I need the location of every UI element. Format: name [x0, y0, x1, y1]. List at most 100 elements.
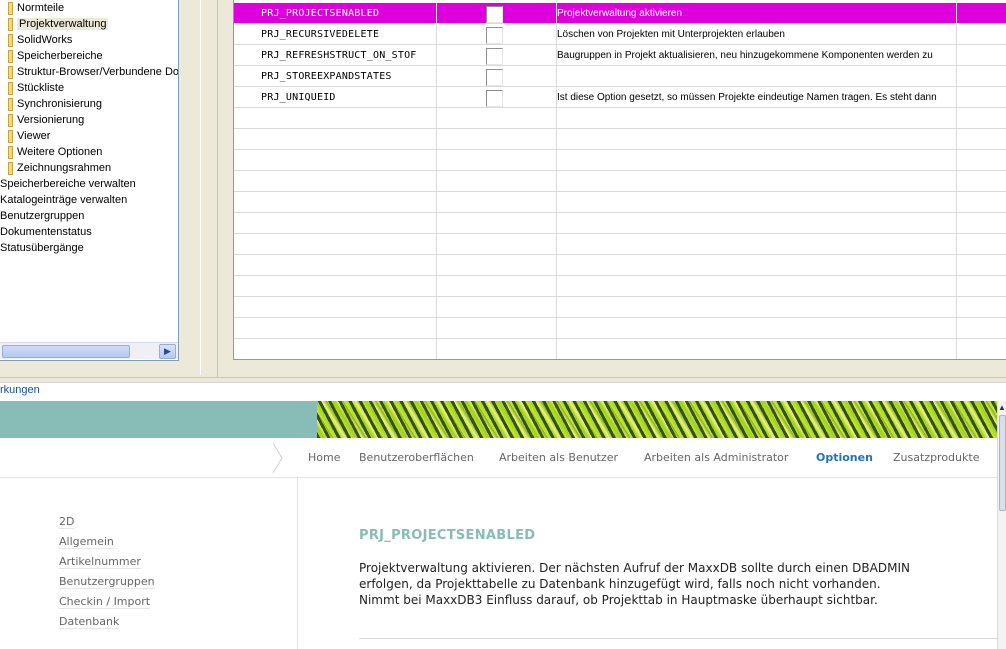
top-navigation: Home Benutzeroberflächen Arbeiten als Be…: [0, 438, 997, 478]
grid-row-empty: [234, 276, 1006, 297]
sidebar-link-checkin-import[interactable]: Checkin / Import: [59, 595, 151, 609]
banner-image: [317, 401, 997, 438]
grid-column-separator: [436, 339, 437, 359]
help-content: PRJ_PROJECTSENABLED Projektverwaltung ak…: [299, 478, 997, 649]
folder-icon: [8, 161, 13, 175]
tree-item[interactable]: Normteile: [8, 0, 64, 16]
tree-item-label: Speicherbereiche: [17, 50, 103, 62]
grid-column-separator: [956, 3, 957, 24]
sidebar-link-allgemein[interactable]: Allgemein: [59, 535, 114, 549]
tree-item[interactable]: Struktur-Browser/Verbundene Do: [8, 64, 179, 80]
nav-arbeiten-als-benutzer[interactable]: Arbeiten als Benutzer: [499, 451, 618, 464]
option-description: Projektverwaltung aktivieren: [557, 8, 683, 19]
options-window: Normteile Projektverwaltung SolidWorks Spei…: [0, 0, 1006, 382]
grid-row[interactable]: PRJ_REFRESHSTRUCT_ON_STOF Baugruppen in P…: [234, 45, 1006, 66]
grid-column-separator: [556, 318, 557, 339]
page-title: PRJ_PROJECTSENABLED: [359, 528, 536, 543]
grid-column-separator: [556, 339, 557, 359]
arrow-up-icon[interactable]: ▲: [998, 403, 1006, 413]
nav-arbeiten-als-administrator[interactable]: Arbeiten als Administrator: [644, 451, 788, 464]
grid-column-separator: [556, 234, 557, 255]
option-checkbox[interactable]: [486, 48, 503, 65]
grid-column-separator: [956, 87, 957, 108]
grid-column-separator: [956, 276, 957, 297]
grid-row-empty: [234, 150, 1006, 171]
folder-icon: [8, 49, 13, 63]
grid-row[interactable]: PRJ_RECURSIVEDELETE Löschen von Projekten…: [234, 24, 1006, 45]
tree-item-label: Statusübergänge: [0, 242, 84, 254]
tree-item[interactable]: Weitere Optionen: [8, 144, 102, 160]
grid-row[interactable]: PRJ_UNIQUEID Ist diese Option gesetzt, so…: [234, 87, 1006, 108]
page-scroll-thumb[interactable]: [999, 415, 1006, 511]
tree-item[interactable]: SolidWorks: [8, 32, 72, 48]
tree-item[interactable]: Viewer: [8, 128, 50, 144]
nav-home[interactable]: Home: [308, 451, 340, 464]
grid-column-separator: [556, 129, 557, 150]
grid-column-separator: [556, 150, 557, 171]
splitter[interactable]: [180, 0, 218, 378]
option-name: PRJ_REFRESHSTRUCT_ON_STOF: [261, 50, 417, 61]
grid-column-separator: [956, 297, 957, 318]
nav-optionen[interactable]: Optionen: [816, 451, 873, 464]
grid-column-separator: [436, 255, 437, 276]
help-description: Projektverwaltung aktivieren. Der nächst…: [359, 560, 959, 608]
tree-item-label: Speicherbereiche verwalten: [0, 178, 136, 190]
grid-row[interactable]: PRJ_PROJECTSENABLED Projektverwaltung akt…: [234, 3, 1006, 24]
tree-item-label: Zeichnungsrahmen: [17, 162, 112, 174]
folder-icon: [8, 81, 13, 95]
tree-item-label: Viewer: [17, 130, 51, 142]
grid-column-separator: [436, 192, 437, 213]
grid-column-separator: [436, 171, 437, 192]
arrow-right-icon[interactable]: ▶: [159, 344, 176, 359]
grid-column-separator: [556, 171, 557, 192]
tree-horizontal-scrollbar[interactable]: ▶: [0, 342, 178, 359]
grid-column-separator: [956, 24, 957, 45]
tree-item[interactable]: Versionierung: [8, 112, 84, 128]
tree-item[interactable]: Speicherbereiche verwalten: [0, 176, 136, 192]
nav-benutzeroberflaechen[interactable]: Benutzeroberflächen: [359, 451, 474, 464]
tree-item-label: Dokumentenstatus: [0, 226, 92, 238]
tree-item[interactable]: Dokumentenstatus: [0, 224, 92, 240]
grid-column-separator: [956, 234, 957, 255]
tree-item[interactable]: Benutzergruppen: [0, 208, 84, 224]
folder-icon: [8, 1, 13, 15]
grid-column-separator: [956, 108, 957, 129]
tree-item[interactable]: Projektverwaltung: [8, 16, 109, 32]
description-line: Projektverwaltung aktivieren. Der nächst…: [359, 561, 910, 575]
option-checkbox[interactable]: [486, 27, 503, 44]
grid-column-separator: [436, 108, 437, 129]
tree-item-label: Struktur-Browser/Verbundene Do: [17, 66, 179, 78]
grid-column-separator: [436, 297, 437, 318]
remarks-link[interactable]: rkungen: [0, 384, 40, 396]
sidebar-link-artikelnummer[interactable]: Artikelnummer: [59, 555, 141, 569]
grid-column-separator: [436, 150, 437, 171]
tree-item[interactable]: Katalogeinträge verwalten: [0, 192, 127, 208]
tree-item[interactable]: Stückliste: [8, 80, 64, 96]
grid-row-empty: [234, 255, 1006, 276]
page-vertical-scrollbar[interactable]: ▲: [997, 401, 1006, 649]
tree-item-label: Normteile: [17, 2, 65, 14]
tree-item[interactable]: Zeichnungsrahmen: [8, 160, 111, 176]
tree-item[interactable]: Statusübergänge: [0, 240, 84, 256]
grid-column-separator: [436, 318, 437, 339]
grid-column-separator: [956, 318, 957, 339]
grid-row[interactable]: PRJ_STOREEXPANDSTATES: [234, 66, 1006, 87]
option-description: Ist diese Option gesetzt, so müssen Proj…: [557, 92, 937, 103]
sidebar-link-benutzergruppen[interactable]: Benutzergruppen: [59, 575, 155, 589]
option-checkbox[interactable]: [486, 6, 503, 23]
tree-item[interactable]: Speicherbereiche: [8, 48, 103, 64]
nav-zusatzprodukte[interactable]: Zusatzprodukte: [893, 451, 979, 464]
tree-item[interactable]: Synchronisierung: [8, 96, 102, 112]
grid-row-empty: [234, 339, 1006, 359]
option-checkbox[interactable]: [486, 90, 503, 107]
sidebar-link-datenbank[interactable]: Datenbank: [59, 615, 120, 629]
option-description: Löschen von Projekten mit Unterprojekten…: [557, 29, 785, 40]
chevron-right-icon: [272, 442, 283, 474]
grid-row-empty: [234, 297, 1006, 318]
tree-scroll-thumb[interactable]: [2, 345, 130, 358]
folder-icon: [8, 65, 13, 79]
grid-column-separator: [556, 297, 557, 318]
divider: [0, 377, 1006, 378]
option-checkbox[interactable]: [486, 69, 503, 86]
sidebar-link-2d[interactable]: 2D: [59, 515, 75, 529]
